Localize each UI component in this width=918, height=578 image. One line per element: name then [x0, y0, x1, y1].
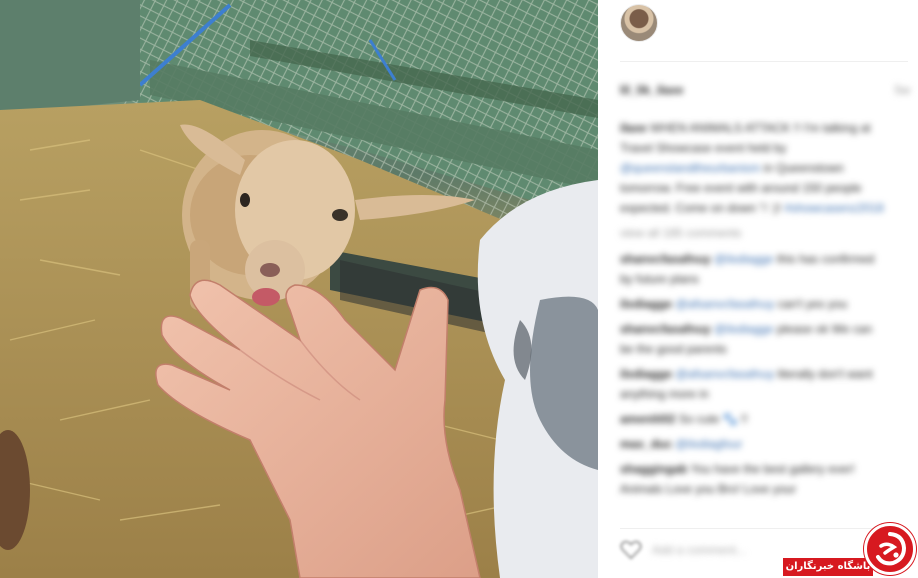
comment-user[interactable]: shanvcfasafnuy: [620, 322, 711, 336]
heart-icon[interactable]: [620, 540, 642, 560]
comment-item: shanvcfasafnuy @ilxdiagge please ok We c…: [620, 319, 888, 359]
caption-user[interactable]: ilaxe: [620, 121, 647, 135]
comment-item: shaggingab You have the best gallery eve…: [620, 459, 888, 499]
post-photo[interactable]: [0, 0, 598, 578]
caption-text: WHEN ANIMALS ATTACK !! I'm talking at Tr…: [620, 121, 871, 155]
comment-text: can't yes you: [777, 297, 848, 311]
comment-mention[interactable]: @ilxdiagfour: [675, 437, 742, 451]
comment-item: shanvcfasafnuy @ilxdiagge this has confi…: [620, 249, 888, 289]
comment-user[interactable]: shaggingab: [620, 462, 687, 476]
view-all-comments-link[interactable]: view all 185 comments: [620, 223, 888, 243]
comment-user[interactable]: shanvcfasafnuy: [620, 252, 711, 266]
add-comment-input[interactable]: Add a comment...: [652, 540, 746, 560]
footer-divider: [620, 528, 908, 529]
comment-user[interactable]: max_duc: [620, 437, 672, 451]
goat-photo-illustration: [0, 0, 598, 578]
caption-mention[interactable]: @queenslandtheurbanism: [620, 161, 760, 175]
caption: ilaxe WHEN ANIMALS ATTACK !! I'm talking…: [620, 118, 888, 218]
comments-list: ilaxe WHEN ANIMALS ATTACK !! I'm talking…: [620, 118, 888, 504]
watermark-label: باشگاه خبرنگاران: [783, 558, 873, 576]
add-comment-bar[interactable]: Add a comment...: [620, 538, 780, 562]
brand-logo-icon: [876, 532, 907, 566]
avatar[interactable]: [620, 4, 658, 42]
comment-mention[interactable]: @ilxdiagge: [714, 252, 774, 266]
post-header: lil_lik_ilaxe 5w: [620, 80, 910, 100]
comment-user[interactable]: ilxdiagge: [620, 367, 672, 381]
header-divider: [620, 61, 908, 62]
caption-hashtag[interactable]: #showcasenz2018: [784, 201, 883, 215]
comment-mention[interactable]: @ilxdiagge: [714, 322, 774, 336]
post-side-panel: lil_lik_ilaxe 5w ilaxe WHEN ANIMALS ATTA…: [598, 0, 918, 578]
comment-mention[interactable]: @afsanvcfasafnuy: [675, 297, 774, 311]
comment-item: ilxdiagge @afsanvcfasafnuy literally don…: [620, 364, 888, 404]
comment-item: ilxdiagge @afsanvcfasafnuy can't yes you: [620, 294, 888, 314]
watermark-logo: [864, 523, 916, 575]
comment-user[interactable]: ameniti02: [620, 412, 675, 426]
comment-item: ameniti02 So cute 🐾 !!: [620, 409, 888, 429]
comment-text: So cute 🐾 !!: [678, 412, 748, 426]
post-time[interactable]: 5w: [895, 80, 910, 100]
comment-mention[interactable]: @afsanvcfasafnuy: [675, 367, 774, 381]
post-username[interactable]: lil_lik_ilaxe: [620, 80, 683, 100]
comment-item: max_duc @ilxdiagfour: [620, 434, 888, 454]
comment-user[interactable]: ilxdiagge: [620, 297, 672, 311]
